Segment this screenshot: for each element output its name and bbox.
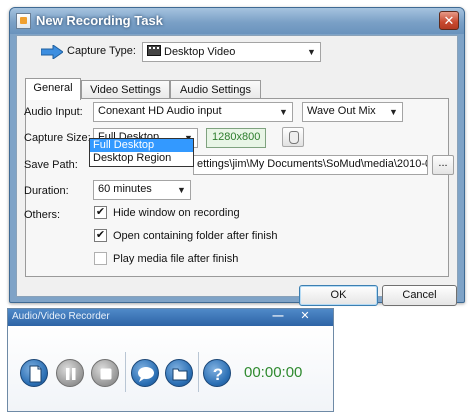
pause-button[interactable] <box>56 359 84 387</box>
new-recording-task-dialog: New Recording Task ✕ Capture Type: Deskt… <box>9 7 465 306</box>
stop-icon <box>100 368 112 380</box>
ok-button[interactable]: OK <box>299 285 378 306</box>
recorder-close-button[interactable]: ✕ <box>294 310 316 324</box>
document-icon <box>29 365 42 383</box>
tab-general[interactable]: General <box>25 78 81 100</box>
audio-input-select[interactable]: Conexant HD Audio input ▼ <box>93 102 293 122</box>
chevron-down-icon: ▼ <box>279 107 288 117</box>
option-full-desktop[interactable]: Full Desktop <box>90 139 193 152</box>
close-button[interactable]: ✕ <box>439 11 459 30</box>
recorder-window: Audio/Video Recorder — ✕ ? 00:00:00 <box>7 308 334 412</box>
play-media-label: Play media file after finish <box>113 253 239 265</box>
audio-input-label: Audio Input: <box>24 106 83 118</box>
film-icon <box>147 45 161 56</box>
recorder-title: Audio/Video Recorder <box>12 311 110 322</box>
recorder-body: ? 00:00:00 <box>8 326 333 411</box>
recorder-separator <box>198 352 199 392</box>
arrow-icon <box>41 45 63 59</box>
chevron-down-icon: ▼ <box>389 107 398 117</box>
duration-value: 60 minutes <box>98 183 152 195</box>
recorder-separator <box>125 352 126 392</box>
tab-video-settings[interactable]: Video Settings <box>81 80 170 100</box>
recorder-titlebar[interactable]: Audio/Video Recorder — ✕ <box>8 309 333 326</box>
capture-type-select[interactable]: Desktop Video ▼ <box>142 42 321 62</box>
dialog-title: New Recording Task <box>36 13 163 28</box>
new-record-button[interactable] <box>20 359 48 387</box>
help-icon: ? <box>213 365 223 384</box>
hand-icon[interactable] <box>282 127 304 147</box>
help-glyph: ? <box>213 365 223 384</box>
tab-audio-settings[interactable]: Audio Settings <box>170 80 261 100</box>
capture-size-dropdown-list: Full Desktop Desktop Region <box>89 138 194 167</box>
help-button[interactable]: ? <box>203 359 231 387</box>
capture-size-label: Capture Size: <box>24 132 91 144</box>
cancel-button[interactable]: Cancel <box>382 285 457 306</box>
open-folder-label: Open containing folder after finish <box>113 230 278 242</box>
dialog-client: Capture Type: Desktop Video ▼ General Vi… <box>16 35 458 306</box>
duration-label: Duration: <box>24 185 69 197</box>
hide-window-checkbox[interactable]: ✔ <box>94 206 107 219</box>
dialog-app-icon <box>16 13 31 29</box>
pause-icon <box>66 368 76 380</box>
comment-button[interactable] <box>131 359 159 387</box>
others-label: Others: <box>24 209 61 221</box>
chevron-down-icon: ▼ <box>307 47 316 57</box>
save-path-label: Save Path: <box>24 159 78 171</box>
browse-button[interactable]: ... <box>432 155 454 175</box>
open-folder-checkbox[interactable]: ✔ <box>94 229 107 242</box>
play-media-checkbox[interactable] <box>94 252 107 265</box>
chat-icon <box>138 367 154 382</box>
option-desktop-region[interactable]: Desktop Region <box>90 152 193 165</box>
resolution-display: 1280x800 <box>206 128 267 148</box>
capture-type-value: Desktop Video <box>164 46 236 58</box>
dialog-titlebar[interactable]: New Recording Task ✕ <box>10 8 464 34</box>
duration-select[interactable]: 60 minutes ▼ <box>93 180 191 200</box>
audio-input-value: Conexant HD Audio input <box>98 105 222 117</box>
minimize-button[interactable]: — <box>267 310 289 324</box>
audio-mix-value: Wave Out Mix <box>307 105 376 117</box>
stop-button[interactable] <box>91 359 119 387</box>
save-path-field[interactable]: ettings\jim\My Documents\SoMud\media\201… <box>193 155 428 175</box>
capture-type-label: Capture Type: <box>67 45 136 57</box>
chevron-down-icon: ▼ <box>177 185 186 195</box>
audio-mix-select[interactable]: Wave Out Mix ▼ <box>302 102 403 122</box>
general-tab-panel <box>25 98 449 277</box>
hide-window-label: Hide window on recording <box>113 207 240 219</box>
timer-display: 00:00:00 <box>244 364 303 381</box>
folder-icon <box>172 368 188 381</box>
open-folder-button[interactable] <box>165 359 193 387</box>
